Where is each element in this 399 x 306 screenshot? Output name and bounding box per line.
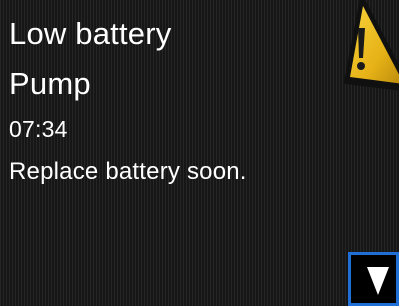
alert-device: Pump — [9, 66, 91, 101]
down-arrow-icon — [367, 267, 389, 295]
alert-message: Replace battery soon. — [9, 158, 247, 185]
scroll-down-button[interactable] — [348, 252, 399, 306]
alert-screen: Low battery Pump 07:34 Replace battery s… — [0, 0, 399, 306]
warning-triangle-icon — [340, 0, 399, 106]
alert-title: Low battery — [9, 16, 172, 51]
alert-time: 07:34 — [9, 116, 68, 142]
